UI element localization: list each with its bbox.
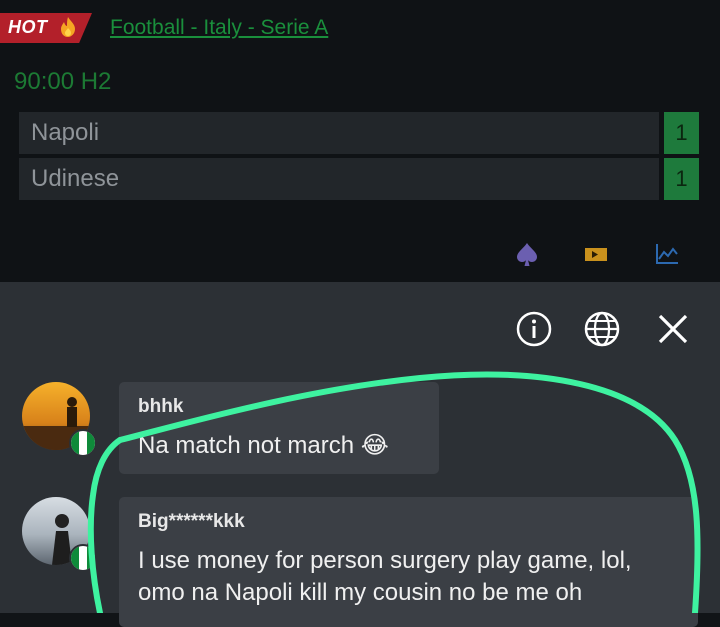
nigeria-flag-icon: [69, 429, 97, 457]
message-username: bhhk: [138, 396, 184, 417]
team-row-home: Napoli: [19, 112, 659, 154]
info-icon[interactable]: [515, 310, 553, 348]
message-text: I use money for person surgery play game…: [138, 547, 632, 606]
nigeria-flag-icon: [69, 544, 97, 572]
hot-label: HOT: [8, 17, 48, 37]
match-panel: HOT Football - Italy - Serie A 90:00 H2 …: [0, 0, 720, 282]
ticket-icon[interactable]: [582, 240, 610, 268]
chat-message: Big******kkk I use money for person surg…: [119, 497, 698, 627]
league-link[interactable]: Football - Italy - Serie A: [110, 16, 328, 40]
team-row-away: Udinese: [19, 158, 659, 200]
flame-icon: [61, 17, 75, 37]
chat-panel: bhhk Na match not march 😂 Big******kkk I…: [0, 282, 720, 627]
close-icon[interactable]: [654, 310, 692, 348]
score-away: 1: [664, 158, 699, 200]
message-username: Big******kkk: [138, 511, 245, 532]
spade-icon[interactable]: [513, 240, 541, 268]
chat-message: bhhk Na match not march 😂: [119, 382, 439, 474]
match-time: 90:00 H2: [14, 68, 112, 95]
stats-chart-icon[interactable]: [653, 240, 681, 268]
score-home: 1: [664, 112, 699, 154]
hot-badge: HOT: [0, 13, 92, 43]
message-text: Na match not march 😂: [138, 432, 389, 459]
globe-icon[interactable]: [583, 310, 621, 348]
